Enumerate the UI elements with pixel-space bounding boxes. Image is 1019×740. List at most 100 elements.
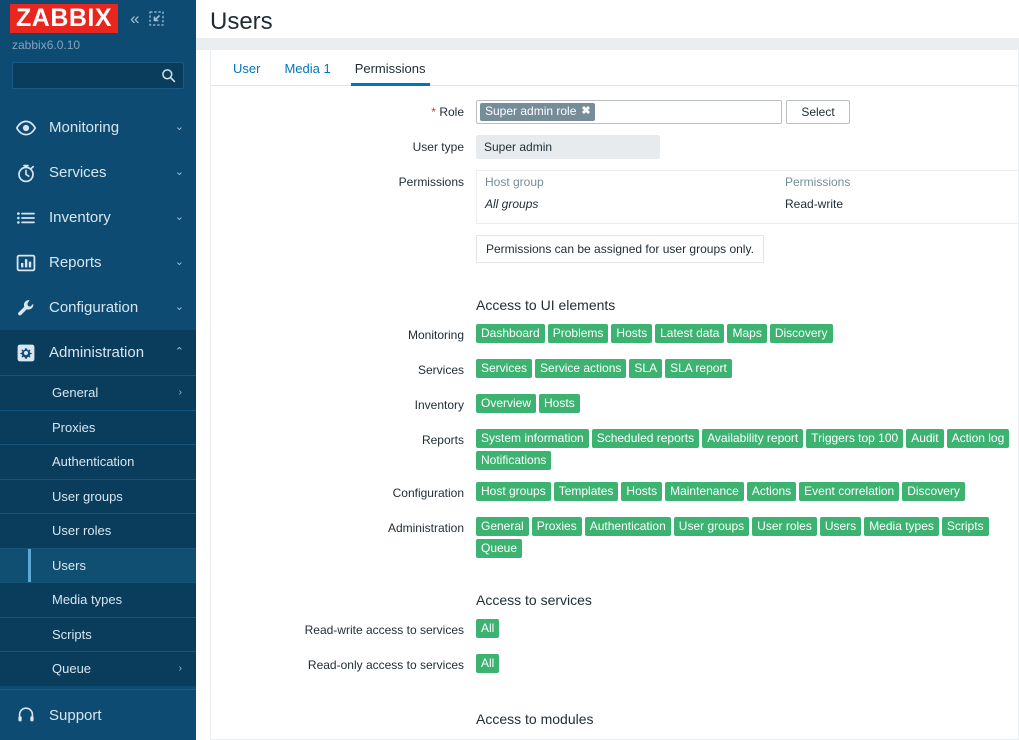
search-icon[interactable]: [161, 68, 176, 83]
sidebar-header: ZABBIX « zabbix6.0.10: [0, 0, 196, 105]
search-box[interactable]: [12, 62, 184, 89]
sidebar-subitem-label: User roles: [52, 523, 112, 539]
ui-badge[interactable]: Host groups: [476, 482, 551, 501]
ui-badge[interactable]: Scheduled reports: [591, 429, 700, 448]
sidebar-item-support[interactable]: Support: [0, 690, 196, 740]
ui-badge[interactable]: Notifications: [476, 451, 552, 470]
compact-view-icon[interactable]: [148, 10, 164, 26]
sidebar-subitem-proxies[interactable]: Proxies: [0, 409, 196, 445]
column-header-host-group: Host group: [485, 175, 544, 189]
administration-submenu: General › Proxies Authentication User gr…: [0, 375, 196, 686]
select-role-button[interactable]: Select: [786, 100, 850, 124]
role-label: * Role: [211, 100, 476, 124]
tab-media[interactable]: Media 1: [272, 62, 342, 85]
role-multiselect[interactable]: Super admin role ✖: [476, 100, 782, 124]
sidebar-item-services[interactable]: Services ⌄: [0, 150, 196, 195]
ui-badge[interactable]: Service actions: [535, 359, 627, 378]
ui-badge[interactable]: Hosts: [611, 324, 653, 343]
sidebar-item-administration[interactable]: Administration ⌃: [0, 330, 196, 375]
ui-badge[interactable]: Dashboard: [476, 324, 545, 343]
ui-badge[interactable]: Maps: [727, 324, 767, 343]
ui-badge[interactable]: Triggers top 100: [806, 429, 904, 448]
ui-badge[interactable]: Scripts: [941, 517, 989, 536]
ui-badge[interactable]: Discovery: [769, 324, 833, 343]
modules-section-title: Access to modules: [476, 711, 594, 727]
ui-row-configuration: Configuration Host groups Templates Host…: [211, 481, 1018, 505]
sidebar-subitem-users[interactable]: Users: [0, 547, 196, 582]
badge-group-reports: System information Scheduled reports Ava…: [476, 428, 1018, 470]
required-marker: *: [431, 105, 436, 119]
ui-badge[interactable]: SLA report: [665, 359, 732, 378]
ui-badge[interactable]: Templates: [553, 482, 619, 501]
permissions-table: Host group Permissions All groups Read-w…: [476, 170, 1019, 224]
service-row-label: Read-only access to services: [307, 658, 464, 672]
tab-permissions[interactable]: Permissions: [343, 62, 438, 86]
sidebar-item-monitoring[interactable]: Monitoring ⌄: [0, 105, 196, 150]
ui-badge[interactable]: Latest data: [655, 324, 725, 343]
ui-badge[interactable]: Queue: [476, 539, 523, 558]
sidebar-item-configuration[interactable]: Configuration ⌄: [0, 285, 196, 330]
ui-badge[interactable]: Hosts: [621, 482, 663, 501]
headset-icon: [14, 703, 38, 727]
sidebar-subitem-scripts[interactable]: Scripts: [0, 616, 196, 652]
ui-badge[interactable]: Users: [819, 517, 862, 536]
sidebar-subitem-general[interactable]: General ›: [0, 375, 196, 410]
ui-badge[interactable]: Availability report: [702, 429, 804, 448]
ui-badge[interactable]: Proxies: [531, 517, 582, 536]
role-chip[interactable]: Super admin role ✖: [480, 103, 595, 121]
tab-user[interactable]: User: [221, 62, 272, 85]
ui-badge[interactable]: Event correlation: [799, 482, 900, 501]
zabbix-logo[interactable]: ZABBIX: [10, 3, 119, 33]
sidebar-item-reports[interactable]: Reports ⌄: [0, 240, 196, 285]
ui-badge[interactable]: Authentication: [584, 517, 671, 536]
sidebar-subitem-label: General: [52, 385, 99, 401]
ui-row-label: Services: [417, 363, 464, 377]
sidebar-subitem-label: Proxies: [52, 419, 96, 435]
ui-badge[interactable]: Services: [476, 359, 533, 378]
ui-badge[interactable]: Action log: [946, 429, 1010, 448]
sidebar-subitem-label: Queue: [52, 661, 92, 677]
sidebar-item-label: Reports: [49, 254, 102, 271]
ui-badge[interactable]: Maintenance: [665, 482, 744, 501]
ui-badge[interactable]: Media types: [864, 517, 939, 536]
permissions-notice: Permissions can be assigned for user gro…: [476, 235, 764, 263]
sidebar-subitem-user-roles[interactable]: User roles: [0, 513, 196, 548]
chevron-up-icon: ⌃: [174, 346, 184, 358]
ui-row-monitoring: Monitoring Dashboard Problems Hosts Late…: [211, 323, 1018, 347]
service-badge[interactable]: All: [476, 654, 500, 673]
badge-group-read-only: All: [476, 653, 500, 673]
sidebar-item-inventory[interactable]: Inventory ⌄: [0, 195, 196, 240]
ui-badge[interactable]: Discovery: [902, 482, 965, 501]
user-type-label: User type: [412, 140, 464, 154]
service-badge[interactable]: All: [476, 619, 500, 638]
sidebar-subitem-media-types[interactable]: Media types: [0, 582, 196, 617]
ui-badge[interactable]: SLA: [629, 359, 663, 378]
ui-badge[interactable]: Problems: [547, 324, 609, 343]
user-type-row: User type Super admin: [211, 135, 1018, 159]
ui-badge[interactable]: Hosts: [539, 394, 580, 413]
sidebar-subitem-authentication[interactable]: Authentication: [0, 444, 196, 479]
ui-badge[interactable]: Actions: [746, 482, 797, 501]
ui-badge[interactable]: User roles: [752, 517, 817, 536]
ui-badge[interactable]: User groups: [673, 517, 750, 536]
close-icon[interactable]: ✖: [581, 104, 590, 119]
chevron-double-left-icon[interactable]: «: [130, 10, 139, 27]
table-header-row: Host group Permissions: [477, 171, 1019, 193]
permissions-label: Permissions: [398, 175, 464, 189]
sidebar-subitem-user-groups[interactable]: User groups: [0, 478, 196, 514]
service-row-label: Read-write access to services: [304, 623, 464, 637]
ui-badge[interactable]: System information: [476, 429, 589, 448]
badge-group-administration: General Proxies Authentication User grou…: [476, 516, 1018, 558]
search-input[interactable]: [13, 63, 183, 88]
sidebar-item-label: Inventory: [49, 209, 111, 226]
version-label: zabbix6.0.10: [12, 38, 81, 52]
sidebar-subitem-queue[interactable]: Queue ›: [0, 651, 196, 686]
ui-badge[interactable]: Overview: [476, 394, 537, 413]
ui-badge[interactable]: General: [476, 517, 529, 536]
ui-badge[interactable]: Audit: [906, 429, 944, 448]
ui-row-administration: Administration General Proxies Authentic…: [211, 516, 1018, 558]
ui-row-services: Services Services Service actions SLA SL…: [211, 358, 1018, 382]
